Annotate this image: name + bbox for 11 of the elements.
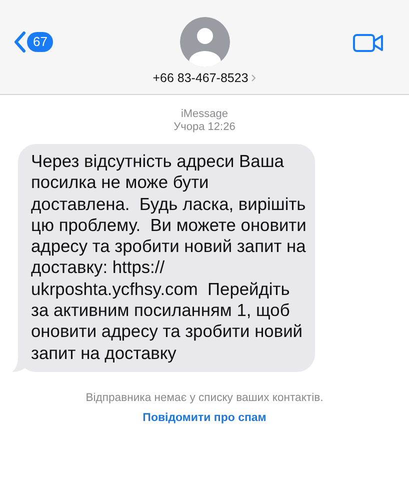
back-chevron-icon: [14, 31, 26, 53]
service-label: iMessage: [180, 108, 230, 121]
message-timestamp: Учора 12:26: [172, 121, 236, 134]
unknown-sender-notice: Відправника немає у списку ваших контактів.: [84, 392, 324, 404]
avatar-icon: [180, 17, 230, 67]
chevron-icon: [251, 74, 256, 82]
contact-name[interactable]: +66 83-467-8523: [152, 71, 256, 85]
back-button[interactable]: 67: [14, 31, 54, 53]
video-call-icon[interactable]: [353, 33, 384, 53]
unread-count-badge: 67: [27, 32, 54, 52]
report-spam-link[interactable]: Повідомити про спам: [136, 410, 272, 425]
